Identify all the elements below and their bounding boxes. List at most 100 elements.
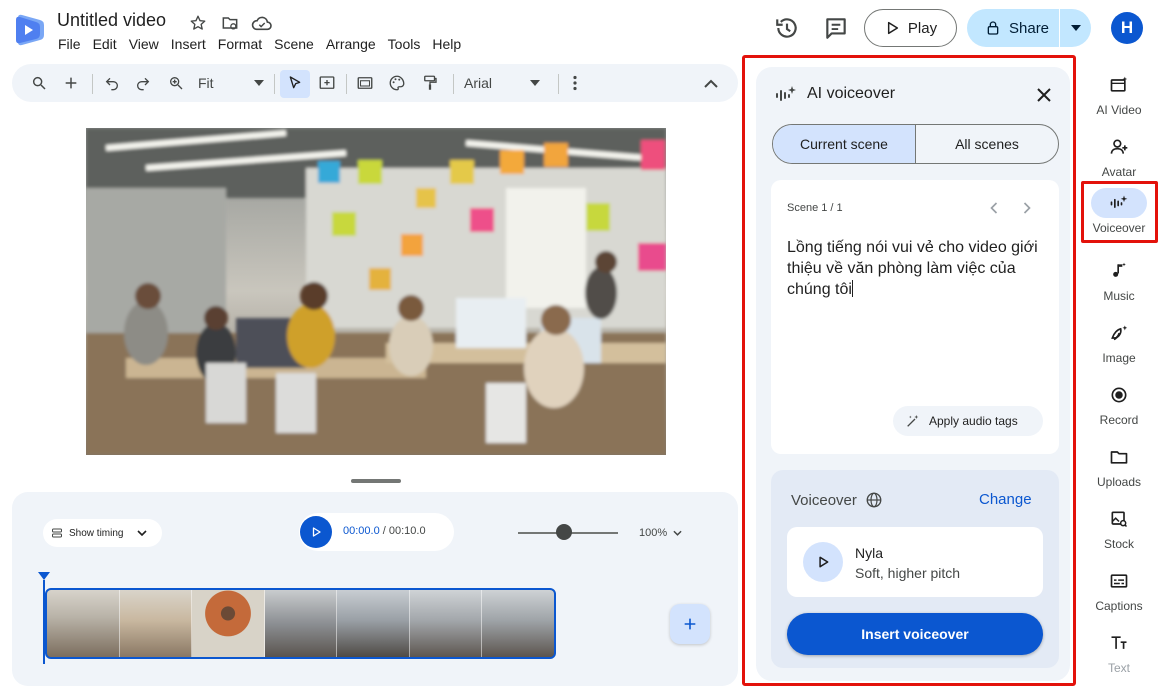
canvas-resize-handle[interactable] [351,479,401,483]
scene-canvas[interactable] [86,128,666,455]
ai-video-icon [1091,70,1147,100]
captions-icon [1091,566,1147,596]
chevron-down-icon [137,530,148,536]
clip-thumbnail [264,590,338,657]
rail-highlight-box [1081,181,1158,243]
collapse-toolbar-icon[interactable] [700,72,722,94]
menu-tools[interactable]: Tools [382,35,427,53]
menu-edit[interactable]: Edit [87,35,123,53]
text-icon [1091,628,1147,658]
undo-icon[interactable] [101,72,123,94]
total-time: 00:10.0 [388,525,426,537]
font-dropdown-icon[interactable] [524,72,546,94]
clip-thumbnail [119,590,193,657]
playhead-marker[interactable] [38,572,50,580]
star-icon[interactable] [187,12,209,34]
zoom-icon[interactable] [165,72,187,94]
zoom-percent: 100% [639,527,668,539]
palette-icon[interactable] [386,72,408,94]
menu-file[interactable]: File [52,35,87,53]
uploads-icon [1091,442,1147,472]
rail-item-avatar[interactable]: Avatar [1082,132,1156,188]
share-dropdown-button[interactable] [1060,9,1091,47]
menu-view[interactable]: View [123,35,165,53]
share-button-group: Share [967,9,1091,47]
time-separator: / [379,525,389,537]
share-button[interactable]: Share [967,9,1059,47]
font-select[interactable]: Arial [464,75,492,91]
show-timing-label: Show timing [69,527,124,539]
timeline-play-button[interactable] [300,516,332,548]
record-icon [1091,380,1147,410]
select-cursor-icon[interactable] [284,72,306,94]
rail-item-music[interactable]: Music [1082,256,1156,312]
play-icon [884,20,900,36]
zoom-select[interactable]: Fit [198,75,214,91]
time-readout: 00:00.0 / 00:10.0 [343,525,426,537]
timeline-zoom-select[interactable]: 100% [639,527,682,539]
rail-item-text[interactable]: Text [1082,628,1156,684]
paint-format-icon[interactable] [419,72,441,94]
add-icon [682,616,698,632]
clip-thumbnail [482,590,554,657]
image-icon [1091,318,1147,348]
cloud-saved-icon[interactable] [251,12,273,34]
rail-label: Record [1099,413,1139,427]
playhead-line[interactable] [43,580,45,664]
show-timing-button[interactable]: Show timing [43,519,162,547]
menu-scene[interactable]: Scene [268,35,320,53]
rail-item-captions[interactable]: Captions [1082,566,1156,622]
rail-label: Captions [1095,599,1143,613]
office-scene-image [86,128,666,455]
zoom-dropdown-icon[interactable] [248,72,270,94]
rail-label: Stock [1103,537,1134,551]
timing-icon [51,527,63,539]
play-icon [310,526,322,538]
rail-label: Uploads [1096,475,1142,489]
menu-bar: File Edit View Insert Format Scene Arran… [52,35,467,53]
rail-label: AI Video [1096,103,1142,117]
lock-icon [985,20,1001,36]
menu-format[interactable]: Format [212,35,268,53]
editor-toolbar: Fit Arial [12,64,738,102]
rail-label: Music [1103,289,1135,303]
menu-arrange[interactable]: Arrange [320,35,382,53]
playback-control: 00:00.0 / 00:10.0 [299,513,454,551]
rail-item-ai-video[interactable]: AI Video [1082,70,1156,126]
clip-thumbnail [409,590,483,657]
rail-label: Avatar [1101,165,1137,179]
more-options-icon[interactable] [564,72,586,94]
move-to-folder-icon[interactable] [219,12,241,34]
current-time: 00:00.0 [343,525,380,537]
rail-item-record[interactable]: Record [1082,380,1156,436]
rail-label: Text [1107,661,1130,675]
timeline-zoom-knob[interactable] [556,524,572,540]
image-frame-icon[interactable] [354,72,376,94]
doc-title[interactable]: Untitled video [57,10,166,31]
share-label: Share [1009,19,1050,37]
comments-icon[interactable] [823,15,849,41]
avatar-icon [1091,132,1147,162]
add-icon[interactable] [60,72,82,94]
rail-item-image[interactable]: Image [1082,318,1156,374]
menu-insert[interactable]: Insert [165,35,212,53]
play-button[interactable]: Play [864,9,957,47]
text-box-icon[interactable] [316,72,338,94]
account-avatar[interactable]: H [1111,12,1143,44]
music-icon [1091,256,1147,286]
search-icon[interactable] [28,72,50,94]
scene-clip[interactable] [45,588,556,659]
clip-thumbnail [192,590,265,657]
play-label: Play [907,19,938,37]
stock-icon [1091,504,1147,534]
timeline-panel: Show timing 00:00.0 / 00:10.0 100% [12,492,738,686]
vids-logo-icon[interactable] [14,14,44,46]
version-history-icon[interactable] [774,15,800,41]
caret-down-icon [1070,25,1081,31]
chevron-down-icon [673,530,682,536]
menu-help[interactable]: Help [426,35,467,53]
redo-icon[interactable] [132,72,154,94]
rail-item-uploads[interactable]: Uploads [1082,442,1156,498]
rail-item-stock[interactable]: Stock [1082,504,1156,560]
add-scene-button[interactable] [670,604,710,644]
